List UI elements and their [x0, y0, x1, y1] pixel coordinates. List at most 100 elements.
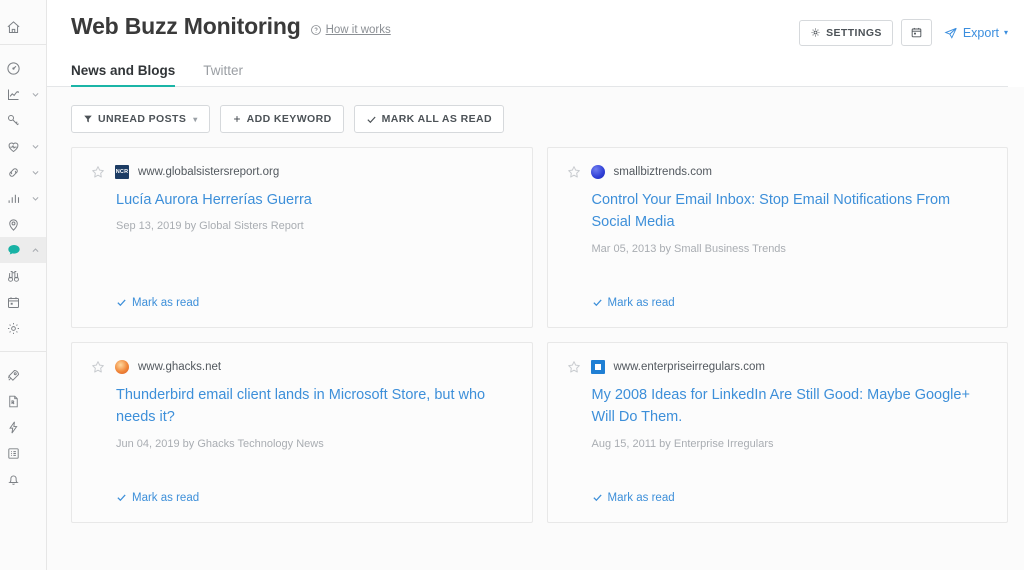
check-icon — [592, 492, 603, 503]
sidebar — [0, 0, 47, 570]
app-root: Web Buzz Monitoring How it works SETTING… — [0, 0, 1024, 570]
site-domain: smallbiztrends.com — [613, 166, 712, 178]
mark-as-read-label: Mark as read — [132, 296, 200, 309]
list-checklist-icon — [0, 446, 27, 461]
post-title-link[interactable]: Thunderbird email client lands in Micros… — [116, 384, 514, 429]
filter-funnel-icon — [83, 114, 93, 124]
check-icon — [592, 297, 603, 308]
site-domain: www.enterpriseirregulars.com — [613, 361, 765, 373]
main-content: Web Buzz Monitoring How it works SETTING… — [47, 0, 1024, 570]
sidebar-item-local-seo[interactable] — [0, 211, 46, 237]
sidebar-item-home[interactable] — [0, 10, 46, 44]
chevron-down-icon[interactable] — [27, 168, 43, 177]
mark-all-as-read-label: MARK ALL AS READ — [381, 113, 492, 125]
unread-posts-filter-button[interactable]: UNREAD POSTS ▾ — [71, 105, 210, 133]
card-footer: Mark as read — [592, 295, 990, 313]
star-outline-icon[interactable] — [566, 359, 582, 375]
site-favicon — [590, 165, 605, 179]
chevron-down-icon[interactable] — [27, 194, 43, 203]
content-body: UNREAD POSTS ▾ ADD KEYWORD MARK ALL AS R… — [47, 87, 1024, 570]
binoculars-icon — [0, 269, 27, 284]
tab-twitter[interactable]: Twitter — [203, 63, 243, 86]
unread-posts-label: UNREAD POSTS — [98, 113, 187, 125]
post-meta: Jun 04, 2019 by Ghacks Technology News — [116, 437, 324, 450]
star-outline-icon[interactable] — [90, 359, 106, 375]
check-icon — [116, 297, 127, 308]
chat-bubble-icon — [0, 242, 27, 258]
card-header: www.ghacks.net — [90, 359, 514, 375]
header-actions: SETTINGS Export ▾ — [799, 19, 1008, 46]
post-card[interactable]: smallbiztrends.com Control Your Email In… — [546, 147, 1008, 328]
site-favicon — [115, 360, 129, 374]
card-footer: Mark as read — [116, 490, 514, 508]
key-icon — [0, 113, 27, 128]
lightning-bolt-icon — [0, 420, 27, 435]
sidebar-item-notifications[interactable] — [0, 466, 46, 492]
settings-button[interactable]: SETTINGS — [799, 19, 893, 46]
mark-as-read-link[interactable]: Mark as read — [592, 492, 675, 504]
card-header: www.enterpriseirregulars.com — [566, 359, 990, 375]
chevron-up-icon[interactable] — [27, 246, 43, 255]
add-keyword-button[interactable]: ADD KEYWORD — [219, 105, 344, 133]
question-circle-icon — [310, 24, 322, 36]
check-icon — [116, 492, 127, 503]
sidebar-item-web-buzz-monitoring[interactable] — [0, 237, 46, 263]
sidebar-item-rank-tracking[interactable] — [0, 185, 46, 211]
post-meta: Mar 05, 2013 by Small Business Trends — [591, 242, 786, 255]
how-it-works-link[interactable]: How it works — [310, 24, 391, 36]
mark-as-read-link[interactable]: Mark as read — [592, 297, 675, 309]
sidebar-item-settings[interactable] — [0, 315, 46, 341]
sidebar-item-site-health[interactable] — [0, 133, 46, 159]
post-meta: Aug 15, 2011 by Enterprise Irregulars — [591, 437, 774, 450]
export-label: Export — [962, 25, 999, 40]
gear-icon — [810, 27, 821, 38]
pdf-document-icon — [0, 394, 27, 409]
sidebar-item-analytics[interactable] — [0, 81, 46, 107]
dashboard-gauge-icon — [0, 61, 27, 76]
post-card[interactable]: www.ghacks.net Thunderbird email client … — [71, 342, 533, 523]
site-favicon — [590, 360, 605, 374]
export-button[interactable]: Export ▾ — [944, 26, 1008, 40]
sidebar-item-calendar[interactable] — [0, 289, 46, 315]
card-header: smallbiztrends.com — [566, 164, 990, 180]
sidebar-item-tasks[interactable] — [0, 440, 46, 466]
chevron-down-icon[interactable] — [27, 142, 43, 151]
tab-bar: News and Blogs Twitter — [47, 63, 1008, 87]
site-health-icon — [0, 139, 27, 154]
sidebar-item-quick-actions[interactable] — [0, 414, 46, 440]
sidebar-item-competitor-research[interactable] — [0, 263, 46, 289]
rocket-icon — [0, 368, 27, 383]
bar-chart-icon — [0, 191, 27, 206]
sidebar-item-backlinks[interactable] — [0, 159, 46, 185]
sidebar-item-boost[interactable] — [0, 362, 46, 388]
sidebar-item-keywords[interactable] — [0, 107, 46, 133]
mark-as-read-link[interactable]: Mark as read — [116, 492, 199, 504]
site-domain: www.globalsistersreport.org — [138, 166, 280, 178]
mark-as-read-link[interactable]: Mark as read — [116, 297, 199, 309]
post-card[interactable]: www.enterpriseirregulars.com My 2008 Ide… — [546, 342, 1008, 523]
date-range-button[interactable] — [900, 19, 932, 46]
settings-label: SETTINGS — [826, 26, 882, 39]
card-footer: Mark as read — [592, 490, 990, 508]
chevron-down-icon: ▾ — [193, 114, 198, 124]
mark-as-read-label: Mark as read — [607, 296, 675, 309]
tab-news-and-blogs[interactable]: News and Blogs — [71, 63, 176, 87]
how-it-works-label: How it works — [325, 24, 391, 36]
mark-as-read-label: Mark as read — [607, 491, 675, 504]
sidebar-item-reports[interactable] — [0, 388, 46, 414]
home-icon — [0, 20, 27, 35]
calendar-icon — [910, 26, 923, 39]
star-outline-icon[interactable] — [90, 164, 106, 180]
chevron-down-icon[interactable] — [27, 90, 43, 99]
chevron-down-icon: ▾ — [1003, 28, 1008, 37]
calendar-icon — [0, 295, 27, 310]
sidebar-item-dashboard[interactable] — [0, 55, 46, 81]
star-outline-icon[interactable] — [566, 164, 582, 180]
mark-all-as-read-button[interactable]: MARK ALL AS READ — [353, 105, 504, 133]
post-title-link[interactable]: Control Your Email Inbox: Stop Email Not… — [592, 189, 990, 234]
post-title-link[interactable]: My 2008 Ideas for LinkedIn Are Still Goo… — [592, 384, 990, 429]
post-card[interactable]: NCR www.globalsistersreport.org Lucía Au… — [71, 147, 533, 328]
post-title-link[interactable]: Lucía Aurora Herrerías Guerra — [116, 189, 514, 211]
